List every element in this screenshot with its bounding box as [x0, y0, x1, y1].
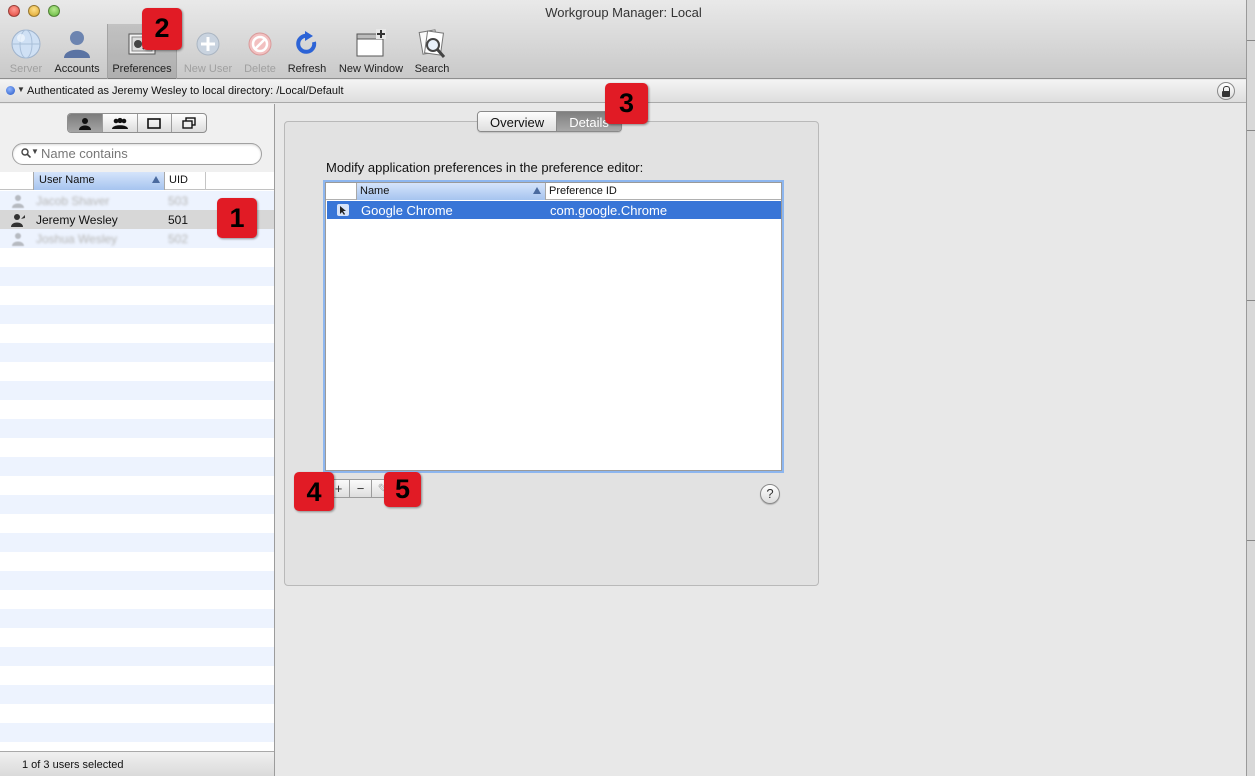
lock-icon[interactable] — [1217, 82, 1235, 100]
user-icon — [61, 28, 93, 60]
preferences-table: Name Preference ID Google Chrome com.goo… — [325, 182, 782, 471]
preferences-table-header: Name Preference ID — [326, 183, 781, 200]
delete-button[interactable]: Delete — [240, 26, 280, 76]
refresh-label: Refresh — [287, 63, 327, 75]
add-icon — [192, 28, 224, 60]
window-title: Workgroup Manager: Local — [545, 5, 702, 20]
new-user-button[interactable]: New User — [180, 26, 236, 76]
refresh-button[interactable]: Refresh — [285, 26, 329, 76]
computer-group-icon — [182, 117, 196, 129]
preference-id: com.google.Chrome — [550, 203, 668, 218]
computers-tab[interactable] — [138, 114, 173, 132]
instructions-text: Modify application preferences in the pr… — [326, 160, 644, 175]
name-search-field: ▼ — [12, 143, 262, 165]
background-window-edge — [1247, 0, 1255, 776]
search-icon — [416, 28, 448, 60]
callout-2: 2 — [142, 8, 182, 50]
workgroup-manager-window: Workgroup Manager: Local Server Accounts… — [0, 0, 1247, 776]
user-list-header: User Name UID — [0, 172, 274, 190]
help-button[interactable]: ? — [760, 484, 780, 504]
preferences-label: Preferences — [112, 63, 172, 75]
callout-3: 3 — [605, 83, 648, 124]
admin-user-icon — [11, 214, 25, 227]
computer-icon — [147, 117, 162, 129]
preference-name: Google Chrome — [361, 203, 453, 218]
authentication-status: Authenticated as Jeremy Wesley to local … — [27, 85, 344, 97]
chevron-down-icon[interactable]: ▼ — [17, 85, 25, 94]
server-label: Server — [9, 63, 43, 75]
search-options-chevron-icon[interactable]: ▼ — [31, 147, 39, 156]
server-button[interactable]: Server — [6, 26, 46, 76]
search-label: Search — [414, 63, 450, 75]
selection-status-bar: 1 of 3 users selected — [0, 751, 274, 776]
remove-preference-button[interactable]: − — [350, 480, 372, 497]
account-type-selector — [67, 113, 207, 133]
group-icon — [111, 117, 128, 129]
callout-4: 4 — [294, 472, 334, 511]
refresh-icon — [291, 28, 323, 60]
toolbar: Workgroup Manager: Local Server Accounts… — [0, 0, 1246, 79]
new-window-button[interactable]: New Window — [336, 26, 406, 76]
computer-groups-tab[interactable] — [172, 114, 206, 132]
view-tabs: Overview Details — [477, 111, 622, 132]
globe-icon — [10, 28, 42, 60]
user-name-column-header[interactable]: User Name — [33, 172, 165, 190]
callout-5: 5 — [384, 472, 421, 507]
user-icon — [12, 195, 24, 208]
new-window-label: New Window — [338, 63, 404, 75]
directory-globe-icon[interactable] — [6, 86, 15, 95]
delete-label: Delete — [244, 63, 276, 75]
tab-overview[interactable]: Overview — [478, 112, 557, 131]
selection-count: 1 of 3 users selected — [22, 759, 124, 771]
preference-row-selected[interactable]: Google Chrome com.google.Chrome — [327, 201, 781, 219]
cursor-arrow-icon — [337, 204, 349, 216]
sort-ascending-icon — [152, 176, 160, 183]
search-button[interactable]: Search — [412, 26, 452, 76]
groups-tab[interactable] — [103, 114, 138, 132]
name-contains-input[interactable] — [41, 146, 256, 161]
user-icon — [12, 233, 24, 246]
user-list: User Name UID Jacob Shaver 503 Jeremy We… — [0, 172, 274, 752]
uid-column-header[interactable]: UID — [166, 172, 206, 190]
accounts-button[interactable]: Accounts — [50, 26, 104, 76]
new-window-icon — [355, 28, 387, 60]
callout-1: 1 — [217, 198, 257, 238]
preference-id-column-header[interactable]: Preference ID — [547, 183, 677, 200]
accounts-label: Accounts — [54, 63, 100, 75]
magnifier-icon — [21, 148, 31, 158]
user-icon — [78, 117, 91, 130]
new-user-label: New User — [183, 63, 233, 75]
users-tab[interactable] — [68, 114, 103, 132]
delete-icon — [244, 28, 276, 60]
name-column-header[interactable]: Name — [356, 183, 546, 200]
sort-ascending-icon — [533, 187, 541, 194]
